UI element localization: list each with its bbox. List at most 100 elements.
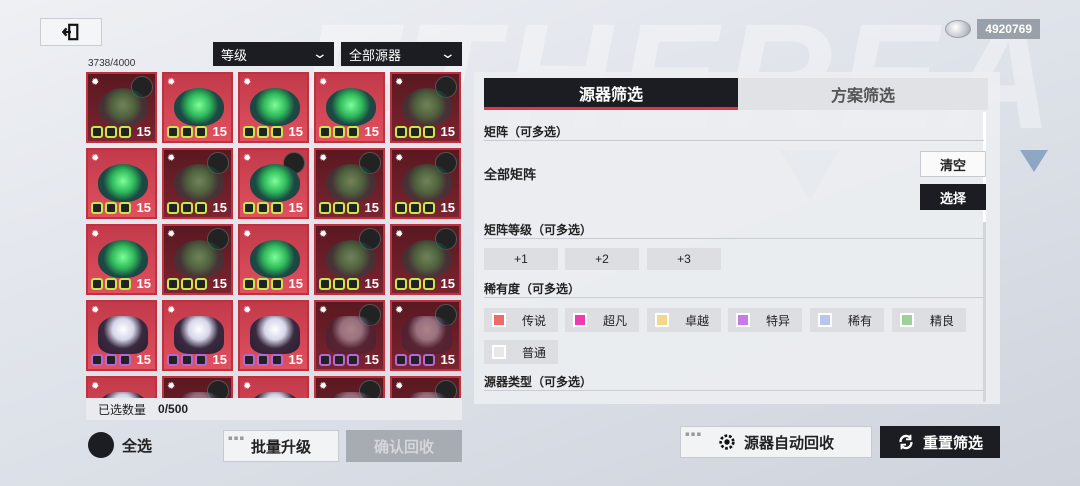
tab-item-filter[interactable]: 源器筛选 — [484, 78, 738, 110]
rarity-chip[interactable]: 精良 — [892, 308, 966, 332]
rank-icon: ✹ — [319, 77, 328, 88]
matrix-dot-icon — [333, 202, 345, 214]
rank-icon: ✹ — [91, 77, 100, 88]
chevron-down-icon: ⌄ — [439, 46, 457, 62]
grid-item[interactable]: ✹ 15 — [390, 148, 461, 219]
sort-dropdown[interactable]: 等级 ⌄ — [213, 42, 334, 66]
rarity-label: 传说 — [522, 313, 547, 328]
grid-item[interactable]: ✹ 15 — [390, 72, 461, 143]
rank-icon: ✹ — [167, 305, 176, 316]
grid-item[interactable]: ✹ 15 — [238, 300, 309, 371]
matrix-dot-icon — [243, 202, 255, 214]
choose-button[interactable]: 选择 — [920, 184, 986, 210]
matrix-dots — [167, 354, 207, 366]
grid-item[interactable]: ✹ 15 — [238, 224, 309, 295]
rarity-chip[interactable]: 普通 — [484, 340, 558, 364]
matrix-dots — [243, 202, 283, 214]
select-all-label: 全选 — [122, 436, 153, 455]
matrix-dot-icon — [271, 126, 283, 138]
matrix-dot-icon — [119, 202, 131, 214]
matrix-dot-icon — [91, 354, 103, 366]
matrix-dot-icon — [409, 202, 421, 214]
matrix-dot-icon — [333, 278, 345, 290]
rarity-chip[interactable]: 特异 — [728, 308, 802, 332]
grid-item[interactable]: ✹ — [86, 376, 157, 398]
decor-dots: ▪▪▪ — [685, 430, 703, 438]
all-matrix-label: 全部矩阵 — [484, 168, 537, 183]
grid-item[interactable]: ✹ — [314, 376, 385, 398]
type-title: 源器类型（可多选） — [484, 375, 593, 389]
grid-item[interactable]: ✹ 15 — [162, 224, 233, 295]
grid-item[interactable]: ✹ — [162, 376, 233, 398]
item-level: 15 — [288, 124, 303, 139]
matrix-dot-icon — [181, 126, 193, 138]
grid-item[interactable]: ✹ 15 — [86, 300, 157, 371]
grid-item[interactable]: ✹ 15 — [86, 72, 157, 143]
grid-item[interactable]: ✹ — [238, 376, 309, 398]
rarity-chip[interactable]: 传说 — [484, 308, 558, 332]
matrix-dot-icon — [119, 278, 131, 290]
tab-plan-filter[interactable]: 方案筛选 — [738, 78, 988, 110]
grid-item[interactable]: ✹ 15 — [238, 72, 309, 143]
matrix-dot-icon — [105, 354, 117, 366]
matrix-dot-icon — [423, 278, 435, 290]
item-level: 15 — [364, 200, 379, 215]
selected-count-label: 已选数量 — [98, 402, 147, 417]
item-image — [250, 164, 300, 202]
matrix-dot-icon — [333, 354, 345, 366]
grid-item[interactable]: ✹ 15 — [314, 300, 385, 371]
sort-dropdown-label: 等级 — [221, 48, 248, 64]
level-chip-3[interactable]: +3 — [647, 248, 721, 270]
matrix-dots — [243, 354, 283, 366]
grid-item[interactable]: ✹ — [390, 376, 461, 398]
item-image — [402, 316, 452, 354]
grid-item[interactable]: ✹ 15 — [314, 72, 385, 143]
grid-item[interactable]: ✹ 15 — [390, 224, 461, 295]
rarity-chip[interactable]: 卓越 — [647, 308, 721, 332]
rank-icon: ✹ — [91, 381, 100, 392]
rank-icon: ✹ — [243, 381, 252, 392]
item-level: 15 — [136, 200, 151, 215]
grid-item[interactable]: ✹ 15 — [390, 300, 461, 371]
grid-item[interactable]: ✹ 15 — [314, 148, 385, 219]
matrix-dots — [395, 202, 435, 214]
item-grid[interactable]: ✹ 15 ✹ 15 ✹ 15 ✹ 15 ✹ 15 ✹ 15 ✹ 15 ✹ 15 ✹ 15 ✹ 15 ✹ 15 ✹ 15 ✹ 15 ✹… — [86, 72, 464, 398]
rarity-label: 稀有 — [848, 313, 873, 328]
matrix-dots — [91, 354, 131, 366]
grid-item[interactable]: ✹ 15 — [162, 148, 233, 219]
level-chip-2[interactable]: +2 — [565, 248, 639, 270]
item-image — [326, 88, 376, 126]
batch-upgrade-button[interactable]: ▪▪▪ 批量升级 — [223, 430, 339, 462]
reset-filter-button[interactable]: 重置筛选 — [880, 426, 1000, 458]
grid-item[interactable]: ✹ 15 — [314, 224, 385, 295]
grid-item[interactable]: ✹ 15 — [162, 300, 233, 371]
grid-item[interactable]: ✹ 15 — [238, 148, 309, 219]
rarity-chip[interactable]: 稀有 — [810, 308, 884, 332]
filter-dropdown[interactable]: 全部源器 ⌄ — [341, 42, 462, 66]
item-level: 15 — [364, 124, 379, 139]
level-chip-1[interactable]: +1 — [484, 248, 558, 270]
divider — [484, 390, 984, 391]
matrix-dot-icon — [181, 278, 193, 290]
selected-count-value: 0/500 — [158, 402, 189, 416]
filter-dropdown-label: 全部源器 — [349, 48, 402, 64]
item-level: 15 — [212, 124, 227, 139]
rank-icon: ✹ — [319, 153, 328, 164]
grid-item[interactable]: ✹ 15 — [86, 224, 157, 295]
matrix-dot-icon — [423, 354, 435, 366]
rank-icon: ✹ — [91, 153, 100, 164]
auto-recycle-button[interactable]: ▪▪▪ 源器自动回收 — [680, 426, 872, 458]
grid-item[interactable]: ✹ 15 — [162, 72, 233, 143]
matrix-dot-icon — [347, 126, 359, 138]
confirm-recycle-button[interactable]: 确认回收 — [346, 430, 462, 462]
item-level: 15 — [440, 352, 455, 367]
matrix-dot-icon — [395, 354, 407, 366]
back-button[interactable] — [40, 18, 102, 46]
clear-button[interactable]: 清空 — [920, 151, 986, 177]
matrix-dot-icon — [319, 202, 331, 214]
grid-item[interactable]: ✹ 15 — [86, 148, 157, 219]
matrix-dot-icon — [167, 278, 179, 290]
select-all-toggle[interactable]: 全选 — [88, 432, 152, 458]
rarity-chip[interactable]: 超凡 — [565, 308, 639, 332]
item-image — [250, 240, 300, 278]
